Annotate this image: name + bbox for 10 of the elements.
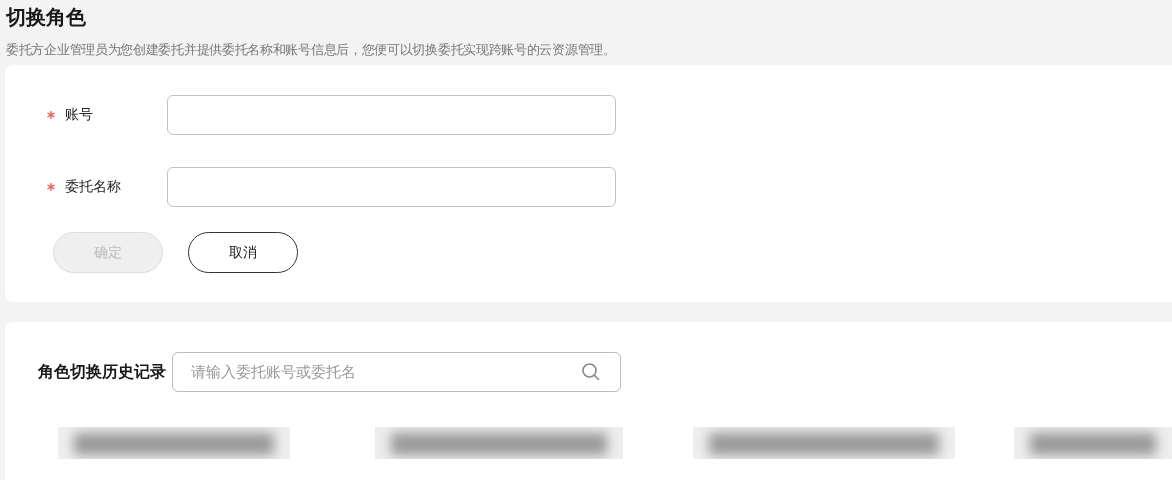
search-icon[interactable] bbox=[581, 362, 601, 382]
section-title: 角色切换历史记录 bbox=[38, 361, 166, 383]
field-label: 账号 bbox=[65, 106, 94, 124]
input-field[interactable] bbox=[167, 167, 616, 207]
description: 委托方企业管理员为您创建委托并提供委托名称和账号信息后，您便可以切换委托实现跨账号的云资源管理。 bbox=[6, 42, 616, 59]
page-title: 切换角色 bbox=[6, 4, 86, 31]
cancel-button[interactable]: 取消 bbox=[188, 232, 298, 273]
field-label: 委托名称 bbox=[65, 178, 122, 196]
search-field[interactable]: 请输入委托账号或委托名 bbox=[172, 352, 621, 392]
input-field[interactable] bbox=[167, 95, 616, 135]
